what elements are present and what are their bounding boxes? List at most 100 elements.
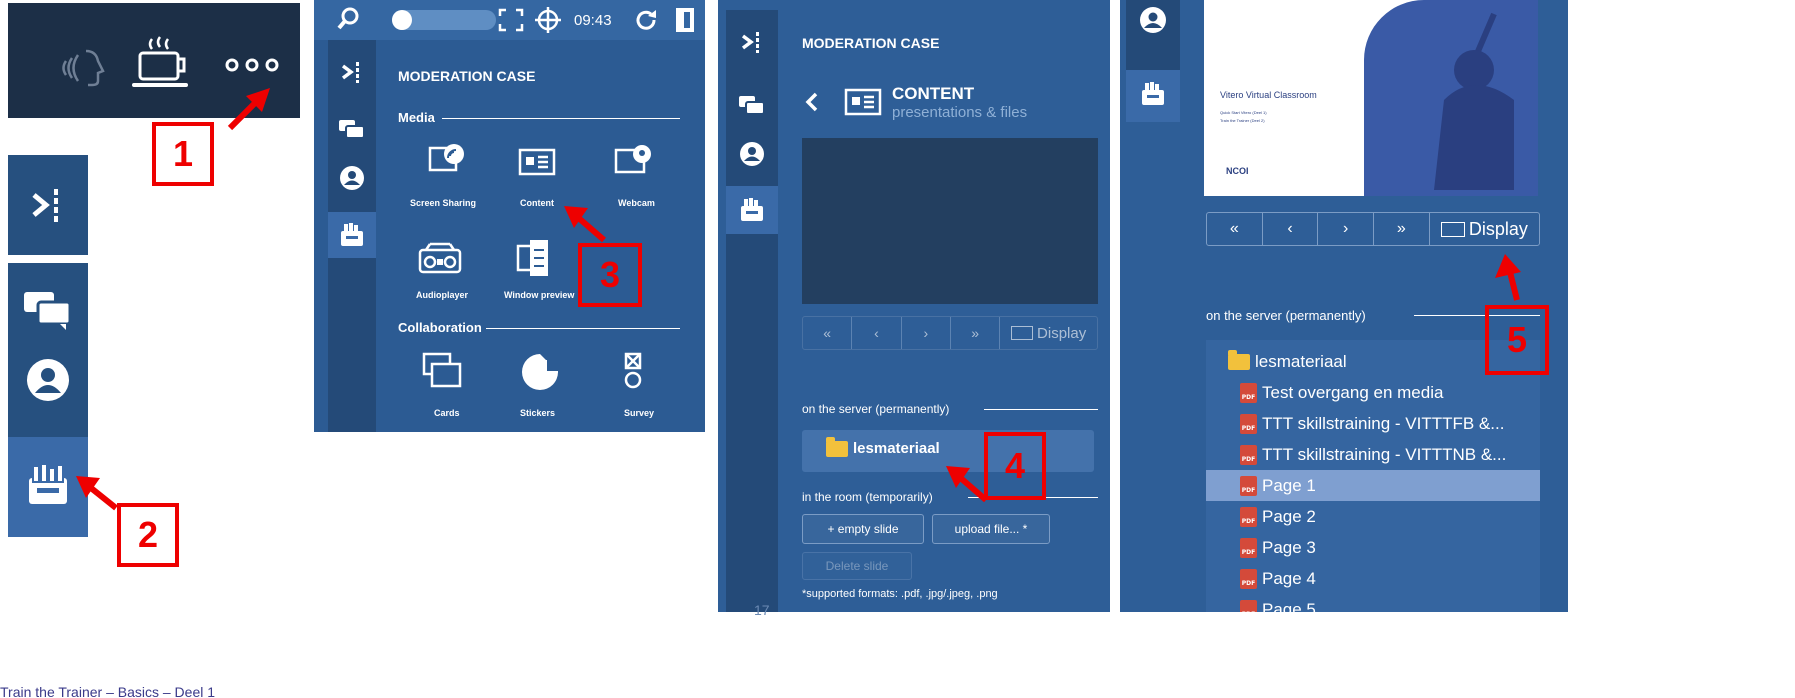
screen-sharing-icon (428, 144, 464, 172)
display-button[interactable]: Display (1430, 213, 1539, 245)
collaboration-section-label: Collaboration (398, 320, 482, 335)
slide-title: Vitero Virtual Classroom (1220, 90, 1317, 100)
display-icon (1011, 326, 1034, 340)
tree-item-label: TTT skillstraining - VITTTFB &... (1262, 413, 1505, 433)
tree-item-label: Page 3 (1262, 537, 1316, 557)
display-button[interactable]: Display (1000, 317, 1097, 349)
survey-icon (624, 352, 642, 389)
cards-button[interactable]: Cards (406, 350, 486, 422)
folder-label: lesmateriaal (853, 440, 940, 457)
last-slide-icon[interactable]: » (951, 317, 1001, 349)
top-bar: 09:43 (314, 0, 705, 40)
audioplayer-button[interactable]: Audioplayer (406, 238, 486, 310)
pdf-file-icon (1240, 475, 1257, 496)
footer-text: Train the Trainer – Basics – Deel 1 (0, 684, 216, 698)
tree-file-item[interactable]: Page 5 (1206, 594, 1540, 612)
pdf-file-icon (1240, 413, 1257, 434)
user-icon[interactable] (1126, 0, 1180, 40)
tree-item-label: Page 2 (1262, 506, 1316, 526)
content-icon (518, 148, 556, 176)
user-icon[interactable] (328, 158, 376, 198)
panel-title: MODERATION CASE (802, 35, 940, 51)
callout-2: 2 (117, 503, 179, 567)
stickers-label: Stickers (520, 408, 556, 418)
upload-file-button[interactable]: upload file... * (932, 514, 1050, 544)
first-slide-icon[interactable]: « (803, 317, 853, 349)
callout-arrow-3 (560, 200, 610, 245)
display-icon (1440, 221, 1465, 237)
delete-slide-button[interactable]: Delete slide (802, 552, 912, 580)
folder-icon (826, 436, 848, 457)
tree-item-label: lesmateriaal (1255, 351, 1347, 371)
target-icon[interactable] (534, 6, 562, 34)
toolbox-icon[interactable] (726, 190, 778, 230)
last-slide-icon[interactable]: » (1374, 213, 1430, 245)
folder-item: lesmateriaal (826, 436, 940, 457)
tree-file-item[interactable]: Page 3 (1206, 532, 1540, 563)
tree-file-item[interactable]: TTT skillstraining - VITTTFB &... (1206, 408, 1540, 439)
file-rail (1126, 0, 1180, 122)
more-options-icon[interactable] (223, 55, 283, 75)
next-slide-icon[interactable]: › (1318, 213, 1375, 245)
exit-icon[interactable] (674, 6, 696, 34)
folder-icon (1228, 349, 1250, 370)
search-icon[interactable] (336, 6, 362, 32)
rail-divider (8, 255, 88, 263)
collaboration-divider (486, 328, 680, 329)
survey-button[interactable]: Survey (596, 350, 676, 422)
prev-slide-icon[interactable]: ‹ (852, 317, 902, 349)
file-tree: lesmateriaal Test overgang en media TTT sk… (1206, 340, 1540, 612)
room-label: in the room (temporarily) (802, 490, 933, 504)
pdf-file-icon (1240, 382, 1257, 403)
display-label: Display (1468, 218, 1528, 239)
coffee-cup-icon[interactable] (126, 33, 196, 93)
next-slide-icon[interactable]: › (902, 317, 951, 349)
tree-file-item[interactable]: Page 1 (1206, 470, 1540, 501)
moderation-panel: 09:43 MODERATION CASE Media Screen Shari… (314, 0, 705, 432)
user-icon[interactable] (8, 340, 88, 420)
empty-slide-button[interactable]: + empty slide (802, 514, 924, 544)
media-section-label: Media (398, 110, 435, 125)
toolbox-icon[interactable] (1126, 74, 1180, 114)
screen-sharing-label: Screen Sharing (410, 198, 477, 208)
chat-icon[interactable] (726, 86, 778, 126)
panel-title: MODERATION CASE (398, 68, 536, 84)
back-chevron-icon[interactable] (804, 90, 820, 114)
speaker-raise-hand-icon[interactable] (58, 43, 118, 93)
collapse-sidebar-icon[interactable] (328, 52, 376, 92)
server-label: on the server (permanently) (802, 402, 950, 416)
chat-icon[interactable] (8, 270, 88, 350)
audioplayer-label: Audioplayer (416, 290, 469, 300)
tree-item-label: Page 4 (1262, 568, 1316, 588)
tree-item-label: Page 5 (1262, 599, 1316, 613)
user-icon[interactable] (726, 134, 778, 174)
fullscreen-icon[interactable] (498, 8, 524, 32)
pdf-file-icon (1240, 599, 1257, 612)
clock-time: 09:43 (574, 12, 612, 29)
webcam-icon (614, 145, 651, 174)
callout-arrow-4 (942, 460, 992, 505)
slide-nav: « ‹ › » Display (802, 316, 1098, 350)
collapse-sidebar-icon[interactable] (726, 22, 778, 62)
content-icon (844, 88, 882, 116)
window-preview-label: Window preview (504, 290, 575, 300)
tree-file-item[interactable]: Test overgang en media (1206, 377, 1540, 408)
chat-icon[interactable] (328, 110, 376, 150)
callout-arrow-5 (1495, 252, 1531, 302)
webcam-label: Webcam (618, 198, 655, 208)
refresh-icon[interactable] (634, 8, 658, 32)
toolbox-icon[interactable] (328, 215, 376, 255)
volume-slider[interactable] (392, 10, 496, 30)
first-slide-icon[interactable]: « (1207, 213, 1263, 245)
slide-line-1: Quick Start Vitero (Deel 1) (1220, 110, 1267, 115)
tree-file-item[interactable]: Page 4 (1206, 563, 1540, 594)
tree-file-item[interactable]: Page 2 (1206, 501, 1540, 532)
prev-slide-icon[interactable]: ‹ (1263, 213, 1319, 245)
stickers-button[interactable]: Stickers (504, 350, 584, 422)
collapse-sidebar-icon[interactable] (8, 165, 88, 245)
tree-file-item[interactable]: TTT skillstraining - VITTTNB &... (1206, 439, 1540, 470)
screen-sharing-button[interactable]: Screen Sharing (406, 140, 486, 212)
audioplayer-icon (418, 242, 462, 274)
volume-slider-knob[interactable] (392, 10, 412, 30)
callout-arrow-2 (72, 470, 122, 515)
